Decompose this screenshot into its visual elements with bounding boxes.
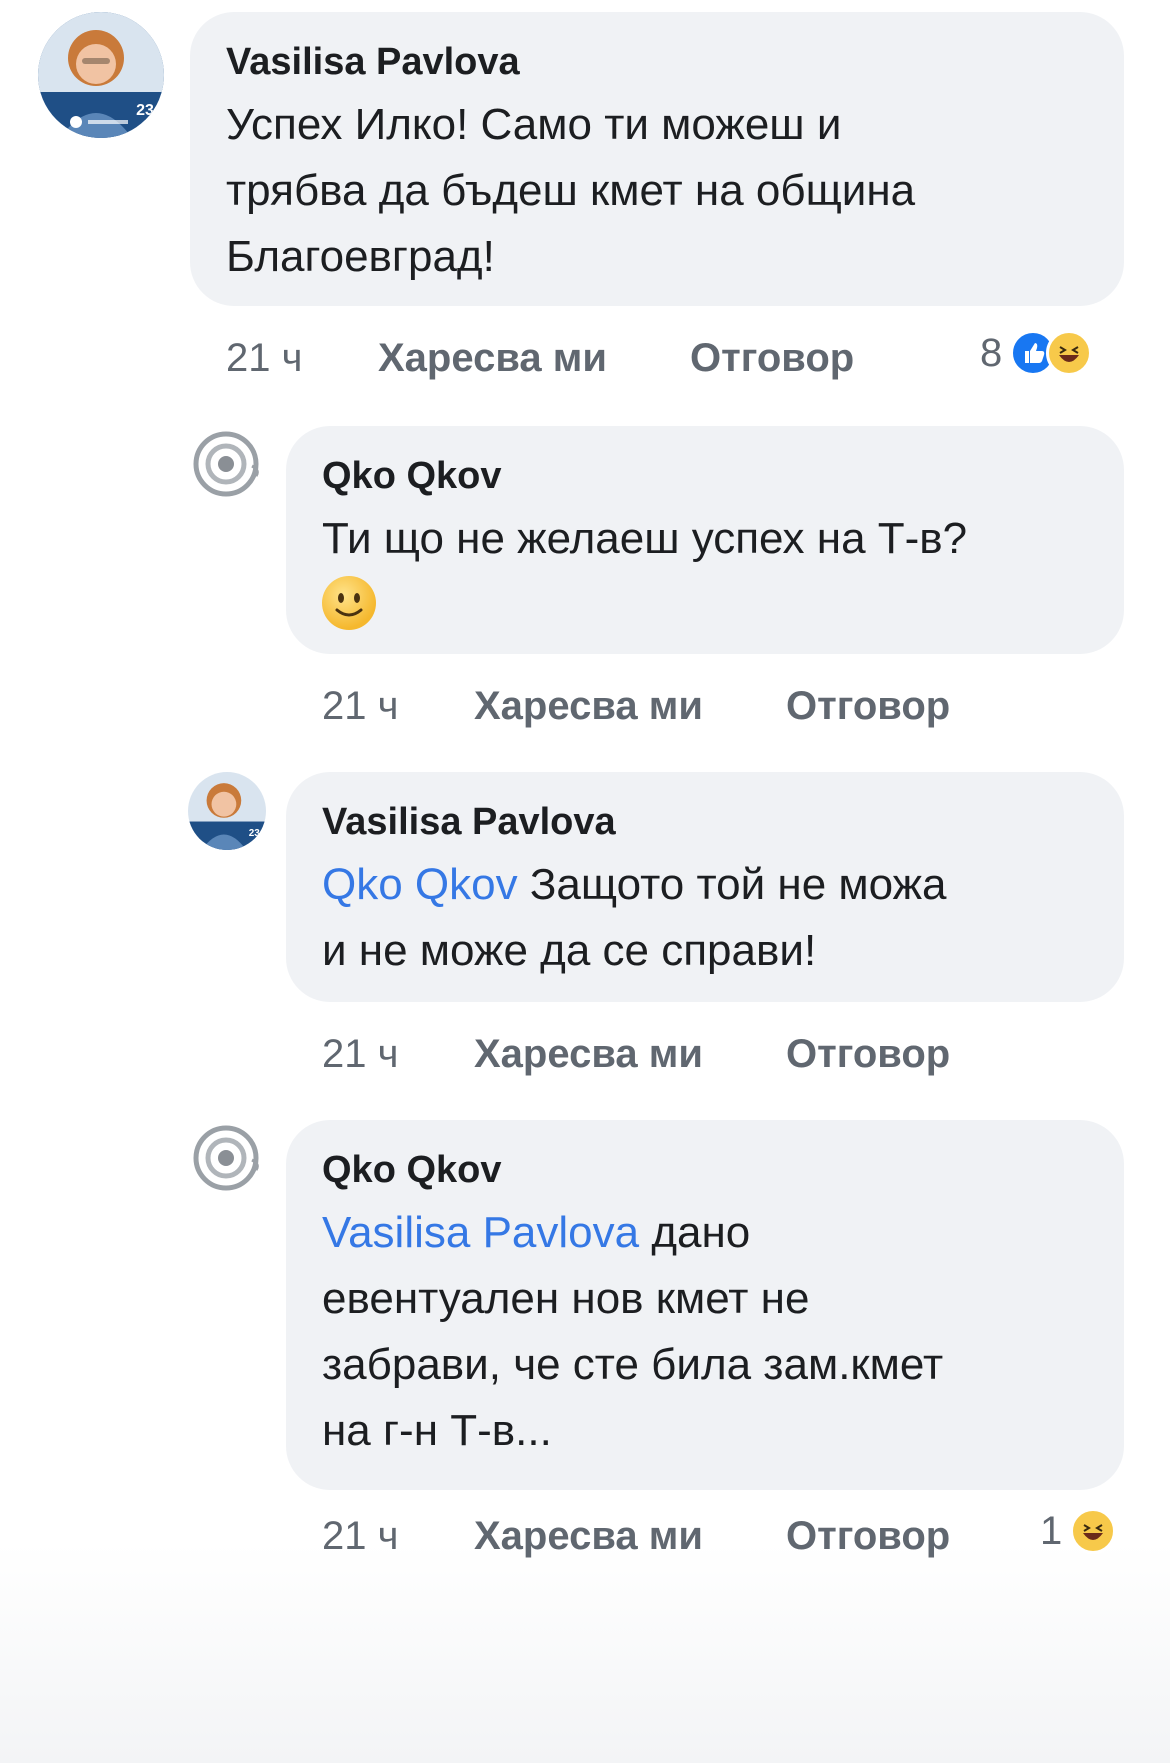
comment-text-line: Qko Qkov Защото той не можа [322,852,1088,918]
reply-button[interactable]: Отговор [690,336,854,381]
haha-icon [1046,330,1093,376]
comment-text-line: и не може да се справи! [322,926,817,975]
comment-bubble: Qko Qkov Vasilisa Pavlova дано евентуале… [286,1120,1124,1490]
avatar[interactable] [188,1120,264,1196]
like-button[interactable]: Харесва ми [474,1514,703,1559]
reactions-summary[interactable]: 1 [1040,1508,1117,1554]
comment-bubble: Vasilisa Pavlova Успех Илко! Само ти мож… [190,12,1124,306]
comment-author[interactable]: Vasilisa Pavlova [322,800,1088,844]
avatar[interactable]: 23 [38,12,164,138]
reactions-summary[interactable]: 8 [980,330,1093,376]
like-button[interactable]: Харесва ми [378,336,607,381]
reply-button[interactable]: Отговор [786,684,950,729]
avatar[interactable]: 23 [188,772,266,850]
haha-icon [1070,1508,1117,1554]
comment-text-line: трябва да бъдеш кмет на община [226,166,916,215]
reply-button[interactable]: Отговор [786,1514,950,1559]
reactions-count: 8 [980,330,1003,375]
comment-text-line: на г-н Т-в... [322,1406,552,1455]
comment-bubble: Vasilisa Pavlova Qko Qkov Защото той не … [286,772,1124,1002]
comment-text-line: евентуален нов кмет не [322,1274,810,1323]
comment-text-line: забрави, че сте била зам.кмет [322,1340,944,1389]
comment-author[interactable]: Vasilisa Pavlova [226,40,1088,84]
comment-time[interactable]: 21 ч [322,1514,398,1559]
reply-button[interactable]: Отговор [786,1032,950,1077]
reactions-count: 1 [1040,1508,1063,1553]
comment-time[interactable]: 21 ч [322,1032,398,1077]
smile-emoji-icon [322,576,376,630]
comment-text-line: Благоевград! [226,232,495,281]
comment-bubble: Qko Qkov Ти що не желаеш успех на Т-в? [286,426,1124,654]
svg-text:23: 23 [249,828,261,839]
bottom-background [0,1543,1170,1763]
comment-text: дано [639,1208,751,1257]
comment-text-line: Успех Илко! Само ти можеш и [226,100,842,149]
like-button[interactable]: Харесва ми [474,1032,703,1077]
comment-text: Защото той не можа [517,860,947,909]
comment-text-line: Ти що не желаеш успех на Т-в? [322,514,968,563]
comment-author[interactable]: Qko Qkov [322,454,1088,498]
comment-text-line: Vasilisa Pavlova дано [322,1200,1088,1266]
avatar[interactable] [188,426,264,502]
svg-text:23: 23 [136,102,154,119]
comment-time[interactable]: 21 ч [322,684,398,729]
mention-link[interactable]: Vasilisa Pavlova [322,1208,639,1257]
like-button[interactable]: Харесва ми [474,684,703,729]
comment-time[interactable]: 21 ч [226,336,302,381]
mention-link[interactable]: Qko Qkov [322,860,518,909]
comment-author[interactable]: Qko Qkov [322,1148,1088,1192]
